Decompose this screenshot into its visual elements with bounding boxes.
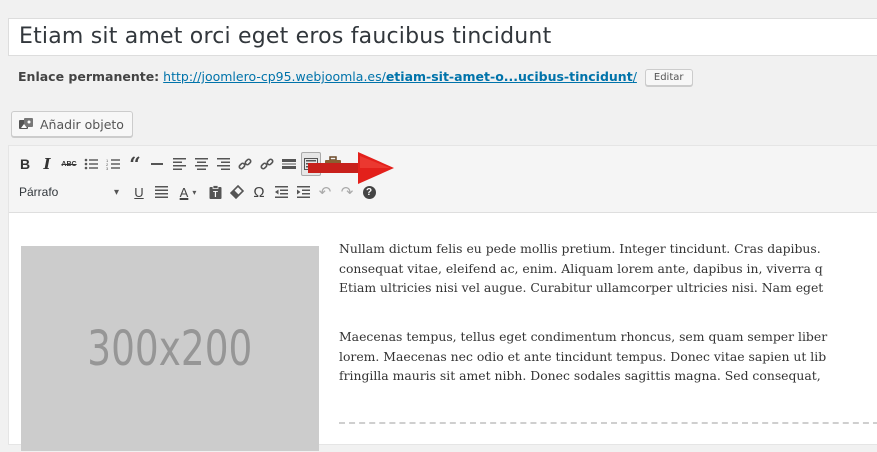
permalink-slug: etiam-sit-amet-o...ucibus-tincidunt	[385, 69, 633, 84]
paragraph-1-line: consequat vitae, eleifend ac, enim. Aliq…	[339, 260, 823, 276]
paragraph-2-line: Maecenas tempus, tellus eget condimentum…	[339, 329, 828, 344]
indent-icon	[296, 186, 310, 198]
align-right-icon	[216, 158, 230, 170]
post-title-field[interactable]: Etiam sit amet orci eget eros faucibus t…	[8, 18, 877, 56]
media-icon	[19, 118, 33, 129]
image-placeholder-label: 300x200	[87, 320, 253, 377]
paragraph-1-line: Etiam ultricies nisi vel augue. Curabitu…	[339, 280, 824, 295]
read-more-icon	[282, 159, 296, 169]
underline-button[interactable]: U	[129, 180, 149, 204]
paste-text-button[interactable]: T	[205, 180, 225, 204]
paragraph-1-line: Nullam dictum felis eu pede mollis preti…	[339, 241, 821, 256]
paste-as-text-icon: T	[209, 185, 221, 199]
toolbar-row-1: B I ABC 123 “	[15, 151, 345, 177]
format-select[interactable]: Párrafo ▾	[15, 180, 123, 204]
red-arrow-annotation	[308, 152, 394, 184]
add-media-label: Añadir objeto	[40, 116, 124, 132]
numbered-list-icon: 123	[106, 158, 120, 170]
help-icon: ?	[362, 185, 376, 199]
omega-icon: Ω	[253, 183, 265, 201]
blockquote-icon: “	[129, 152, 141, 176]
paragraph-1: Nullam dictum felis eu pede mollis preti…	[339, 239, 823, 298]
numbered-list-button[interactable]: 123	[103, 152, 123, 176]
align-left-icon	[172, 158, 186, 170]
unlink-icon	[260, 158, 274, 170]
outdent-button[interactable]	[271, 180, 291, 204]
edit-permalink-button[interactable]: Editar	[644, 69, 693, 86]
content-editor: B I ABC 123 “ Párrafo ▾ U A ▾ T Ω ↶ ↷ ? …	[8, 145, 877, 451]
editor-content[interactable]: 300x200 Nullam dictum felis eu pede moll…	[9, 212, 877, 452]
permalink-base: http://joomlero-cp95.webjoomla.es/	[163, 69, 386, 84]
underline-icon: U	[134, 184, 144, 200]
special-character-button[interactable]: Ω	[249, 180, 269, 204]
paragraph-2-line: fringilla mauris sit amet nibh. Donec so…	[339, 368, 821, 383]
permalink-row: Enlace permanente: http://joomlero-cp95.…	[18, 69, 693, 86]
align-left-button[interactable]	[169, 152, 189, 176]
permalink-trailing: /	[632, 69, 637, 84]
horizontal-rule-icon	[151, 163, 163, 165]
svg-text:3: 3	[106, 166, 109, 170]
paragraph-2: Maecenas tempus, tellus eget condimentum…	[339, 327, 827, 386]
post-title-text: Etiam sit amet orci eget eros faucibus t…	[19, 24, 552, 49]
chevron-down-icon: ▾	[113, 186, 119, 198]
horizontal-rule-button[interactable]	[147, 152, 167, 176]
paragraph-2-line: lorem. Maecenas nec odio et ante tincidu…	[339, 348, 827, 364]
text-color-icon: A	[179, 184, 189, 200]
justify-button[interactable]	[151, 180, 171, 204]
align-right-button[interactable]	[213, 152, 233, 176]
blockquote-button[interactable]: “	[125, 152, 145, 176]
insert-more-button[interactable]	[279, 152, 299, 176]
outdent-icon	[274, 186, 288, 198]
permalink-link[interactable]: http://joomlero-cp95.webjoomla.es/etiam-…	[163, 69, 637, 84]
align-center-icon	[194, 158, 208, 170]
svg-text:T: T	[213, 190, 218, 199]
image-placeholder[interactable]: 300x200	[21, 246, 319, 451]
text-color-button[interactable]: A ▾	[173, 180, 203, 204]
clear-formatting-button[interactable]	[227, 180, 247, 204]
format-select-value: Párrafo	[19, 185, 59, 199]
eraser-icon	[230, 185, 244, 199]
link-icon	[238, 158, 252, 170]
chevron-down-icon: ▾	[192, 187, 197, 197]
read-more-separator	[339, 422, 877, 424]
italic-button[interactable]: I	[37, 152, 57, 176]
bullet-list-button[interactable]	[81, 152, 101, 176]
insert-link-button[interactable]	[235, 152, 255, 176]
align-center-button[interactable]	[191, 152, 211, 176]
bullet-list-icon	[84, 158, 98, 170]
justify-icon	[154, 186, 168, 198]
editor-toolbar: B I ABC 123 “ Párrafo ▾ U A ▾ T Ω ↶ ↷ ?	[9, 146, 877, 213]
permalink-label: Enlace permanente:	[18, 69, 160, 84]
strikethrough-button[interactable]: ABC	[59, 152, 79, 176]
bold-button[interactable]: B	[15, 152, 35, 176]
add-media-button[interactable]: Añadir objeto	[11, 111, 133, 137]
remove-link-button[interactable]	[257, 152, 277, 176]
